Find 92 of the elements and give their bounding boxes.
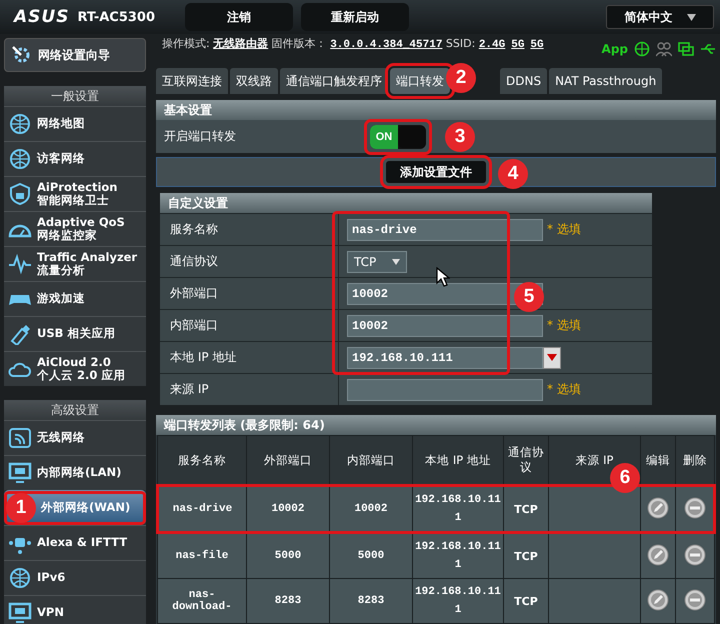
monitor-icon [8, 602, 32, 624]
dropdown-button[interactable] [543, 346, 561, 368]
usb-stick-icon [8, 323, 32, 345]
sidebar-item[interactable]: Adaptive QoS 网络监控家 [4, 211, 146, 246]
globe-icon[interactable] [634, 41, 650, 57]
protocol-select[interactable]: TCP [347, 250, 407, 272]
table-cell: 5000 [246, 532, 330, 578]
table-cell: 10002 [330, 486, 412, 532]
table-cell: TCP [504, 486, 548, 532]
globe-icon [8, 567, 32, 589]
column-header: 删除 [676, 436, 714, 486]
sidebar-item[interactable]: 内部网络(LAN) [4, 455, 146, 490]
edit-icon[interactable] [647, 544, 669, 566]
panel-title: 端口转发列表 (最多限制: 64) [156, 415, 716, 435]
step-number: 1 [6, 493, 36, 523]
app-status[interactable]: App [602, 42, 628, 56]
input-field[interactable]: nas-drive [347, 218, 543, 240]
table-cell: 8283 [246, 578, 330, 624]
table-cell: 8283 [330, 578, 412, 624]
tab[interactable]: 通信端口触发程序 [280, 68, 388, 94]
column-header: 内部端口 [330, 436, 412, 486]
field-label: 来源 IP [160, 374, 339, 405]
column-header: 外部端口 [246, 436, 330, 486]
delete-icon[interactable] [684, 588, 706, 610]
globe-icon [8, 113, 32, 135]
sidebar-item[interactable]: Traffic Analyzer 流量分析 [4, 246, 146, 281]
header-button[interactable]: 重新启动 [301, 3, 409, 31]
sidebar-item[interactable]: 游戏加速 [4, 281, 146, 316]
delete-icon[interactable] [684, 544, 706, 566]
column-header: 通信协议 [504, 436, 548, 486]
table-cell: TCP [504, 532, 548, 578]
caret-icon [547, 354, 557, 361]
wave-icon [8, 253, 32, 275]
monitor-icon [8, 462, 32, 484]
sidebar-item[interactable]: 1 外部网络(WAN) [4, 490, 146, 525]
input-field[interactable]: 10002 [347, 314, 543, 336]
section-title: 高级设置 [4, 400, 146, 420]
shield-icon [8, 183, 32, 205]
monitor-icon[interactable] [678, 41, 694, 57]
edit-icon[interactable] [647, 588, 669, 610]
tab[interactable]: DDNS [500, 68, 548, 94]
field-label: 开启端口转发 [163, 128, 237, 146]
optional-note: * 选填 [547, 221, 581, 238]
cursor-icon [436, 267, 450, 287]
optional-note: * 选填 [547, 317, 581, 334]
language-dropdown[interactable]: 简体中文 [606, 5, 714, 29]
panel-title: 基本设置 [156, 100, 716, 120]
sidebar-item[interactable]: AiProtection 智能网络卫士 [4, 176, 146, 211]
column-header: 服务名称 [158, 436, 246, 486]
input-field[interactable] [347, 378, 543, 400]
edit-icon[interactable] [647, 496, 669, 518]
panel-title: 自定义设置 [160, 193, 652, 213]
sidebar-item[interactable]: IPv6 [4, 560, 146, 595]
input-field[interactable]: 192.168.10.111 [347, 346, 543, 368]
column-header: 编辑 [640, 436, 676, 486]
tab[interactable]: 端口转发 [390, 68, 450, 94]
setup-wizard-button[interactable]: 网络设置向导 [4, 38, 146, 72]
table-cell: 10002 [246, 486, 330, 532]
tab[interactable]: 互联网连接 [156, 68, 228, 94]
sidebar-item[interactable]: 无线网络 [4, 420, 146, 455]
delete-icon[interactable] [684, 496, 706, 518]
sidebar-item[interactable]: VPN [4, 595, 146, 624]
table-cell: TCP [504, 578, 548, 624]
wifi-icon [8, 427, 32, 449]
column-header: 本地 IP 地址 [412, 436, 504, 486]
table-cell: nas-drive [158, 486, 246, 532]
table-cell: nas-file [158, 532, 246, 578]
caret-icon [392, 258, 400, 264]
section-title: 一般设置 [4, 86, 146, 106]
users-icon[interactable] [656, 41, 672, 57]
sidebar-item[interactable]: USB 相关应用 [4, 316, 146, 351]
step-number: 2 [446, 63, 476, 93]
table-cell: 192.168.10.111 [412, 532, 504, 578]
model-name: RT-AC5300 [77, 10, 156, 24]
tab[interactable]: NAT Passthrough [549, 68, 662, 94]
sidebar-item[interactable]: 访客网络 [4, 141, 146, 176]
sidebar-item[interactable]: AiCloud 2.0 个人云 2.0 应用 [4, 351, 146, 386]
header-button[interactable]: 注销 [185, 3, 293, 31]
globe-icon [8, 148, 32, 170]
tab[interactable]: 双线路 [230, 68, 278, 94]
table-cell: nas-download- [158, 578, 246, 624]
usb-icon[interactable] [700, 41, 716, 57]
optional-note: * 选填 [547, 381, 581, 398]
table-cell: 192.168.10.111 [412, 486, 504, 532]
logo: ASUS [14, 7, 70, 27]
caret-icon [686, 14, 696, 20]
sidebar-item[interactable]: 网络地图 [4, 106, 146, 141]
sidebar-item[interactable]: Alexa & IFTTT [4, 525, 146, 560]
status-info: 操作模式: 无线路由器 固件版本： 3.0.0.4.384_45717 SSID: 2.4G 5G 5G [161, 37, 545, 52]
table-cell: 192.168.10.111 [412, 578, 504, 624]
add-profile-button[interactable]: 添加设置文件 [386, 161, 486, 184]
table-cell: 5000 [330, 532, 412, 578]
